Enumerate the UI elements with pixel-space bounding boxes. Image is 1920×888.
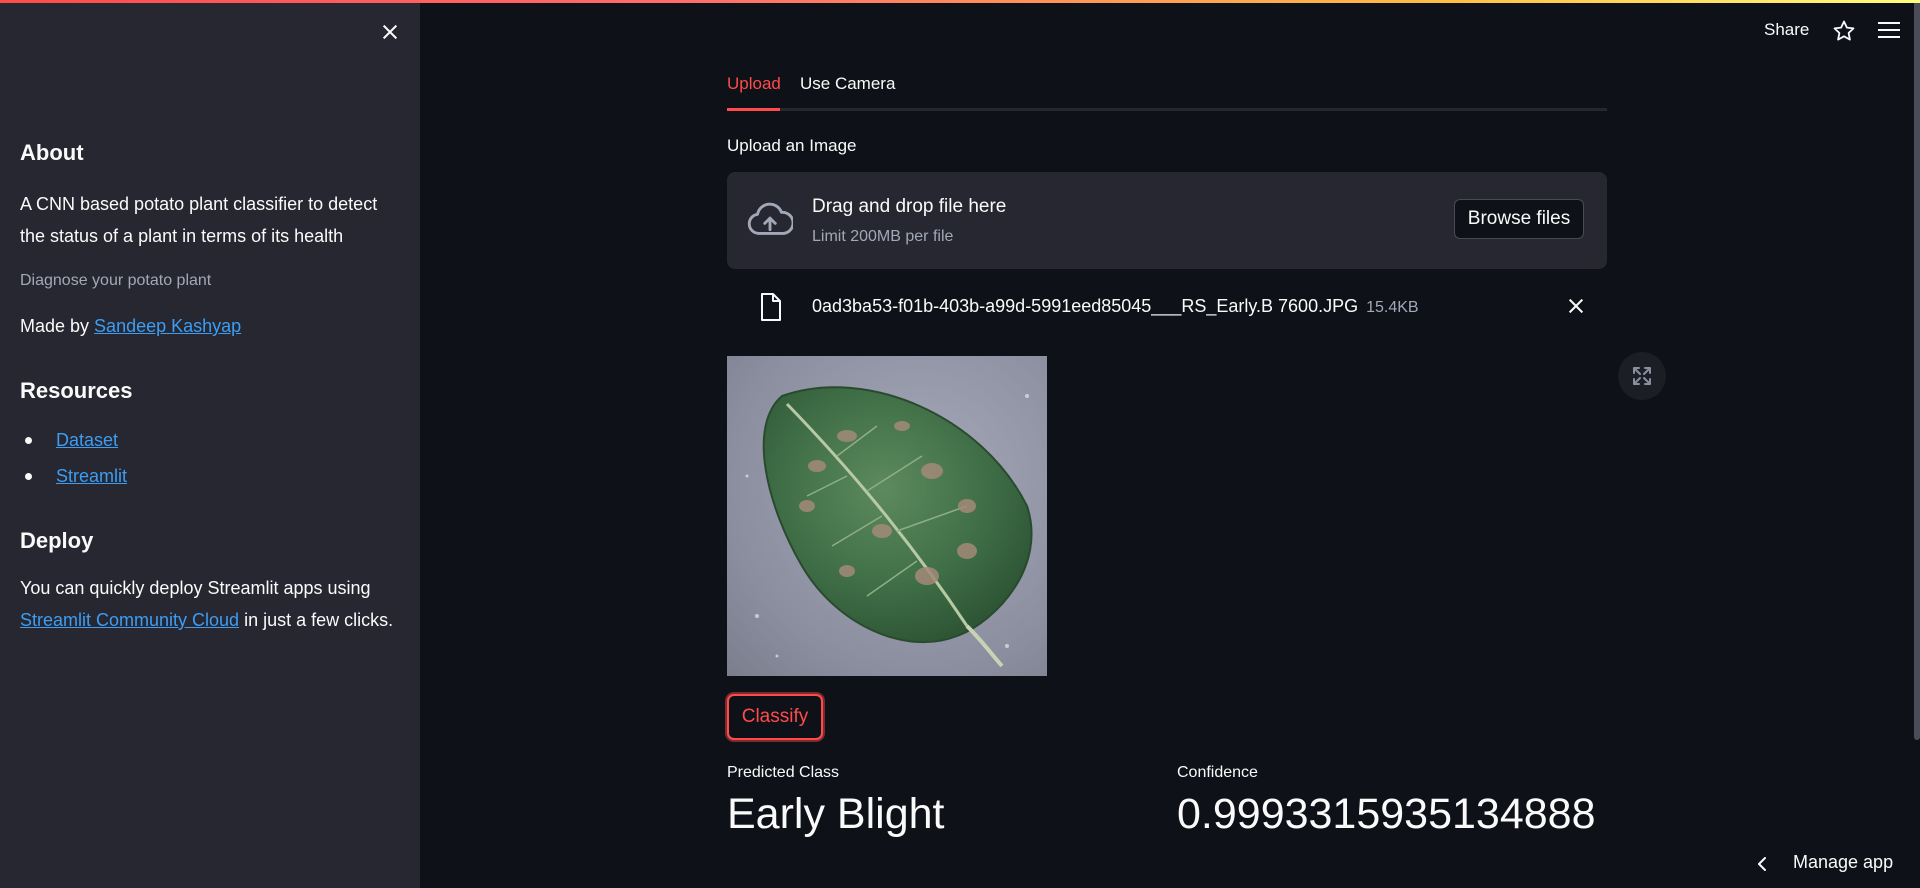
file-size: 15.4KB: [1366, 299, 1419, 316]
chevron-left-icon[interactable]: [1756, 857, 1768, 871]
fullscreen-expand-button[interactable]: [1618, 352, 1666, 400]
file-name: 0ad3ba53-f01b-403b-a99d-5991eed85045___R…: [812, 296, 1419, 317]
file-dropzone[interactable]: Drag and drop file here Limit 200MB per …: [727, 172, 1607, 269]
confidence-label: Confidence: [1177, 764, 1258, 781]
about-caption: Diagnose your potato plant: [20, 272, 212, 289]
delete-file-icon[interactable]: [1566, 296, 1586, 316]
cloud-upload-icon: [747, 202, 793, 235]
deploy-text-suffix: in just a few clicks.: [239, 610, 394, 630]
resource-item-streamlit: Streamlit: [20, 458, 400, 494]
star-icon[interactable]: [1832, 19, 1856, 43]
uploaded-file-row: 0ad3ba53-f01b-403b-a99d-5991eed85045___R…: [727, 290, 1607, 326]
dataset-link[interactable]: Dataset: [56, 430, 118, 450]
uploaded-leaf-image: [727, 356, 1047, 676]
share-button[interactable]: Share: [1764, 20, 1809, 40]
resource-item-dataset: Dataset: [20, 422, 400, 458]
made-by-prefix: Made by: [20, 316, 95, 336]
deploy-text-prefix: You can quickly deploy Streamlit apps us…: [20, 578, 371, 598]
about-heading: About: [20, 140, 84, 165]
community-cloud-link[interactable]: Streamlit Community Cloud: [20, 610, 239, 630]
hamburger-menu-icon[interactable]: [1878, 22, 1900, 40]
author-link[interactable]: Sandeep Kashyap: [94, 316, 241, 336]
dropzone-limit: Limit 200MB per file: [812, 228, 954, 245]
tab-active-indicator: [727, 108, 780, 111]
tab-use-camera[interactable]: Use Camera: [800, 74, 895, 94]
about-description: A CNN based potato plant classifier to d…: [20, 194, 378, 246]
resources-heading: Resources: [20, 378, 133, 403]
tab-bar: Upload Use Camera: [727, 68, 1607, 112]
manage-app-label: Manage app: [1793, 852, 1894, 872]
tab-upload[interactable]: Upload: [727, 74, 781, 94]
tab-divider: [727, 108, 1607, 111]
confidence-value: 0.9993315935134888: [1177, 790, 1596, 838]
streamlit-link[interactable]: Streamlit: [56, 466, 127, 486]
deploy-heading: Deploy: [20, 528, 94, 553]
browse-files-button[interactable]: Browse files: [1454, 199, 1584, 239]
deploy-text: You can quickly deploy Streamlit apps us…: [20, 572, 400, 636]
predicted-class-label: Predicted Class: [727, 764, 840, 781]
close-sidebar-icon[interactable]: [378, 20, 402, 44]
sidebar-content: About A CNN based potato plant classifie…: [20, 140, 400, 636]
file-icon: [761, 293, 781, 321]
sidebar: About A CNN based potato plant classifie…: [0, 0, 420, 888]
made-by-line: Made by Sandeep Kashyap: [20, 310, 400, 342]
top-decoration-bar: [0, 0, 1920, 3]
file-name-text: 0ad3ba53-f01b-403b-a99d-5991eed85045___R…: [812, 296, 1359, 316]
scrollbar[interactable]: [1914, 0, 1920, 740]
leaf-illustration: [745, 386, 1033, 668]
upload-label: Upload an Image: [727, 136, 857, 155]
dropzone-title: Drag and drop file here: [812, 196, 1007, 217]
predicted-class-value: Early Blight: [727, 790, 945, 838]
classify-button[interactable]: Classify: [727, 694, 823, 740]
expand-icon: [1633, 367, 1651, 385]
manage-app-button[interactable]: Manage app: [1793, 852, 1893, 873]
resources-list: Dataset Streamlit: [20, 422, 400, 494]
